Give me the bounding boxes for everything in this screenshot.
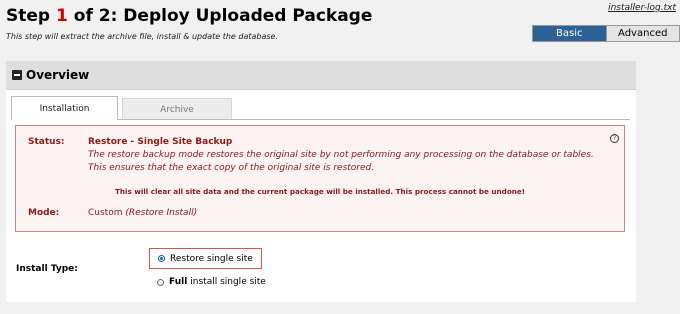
option-restore-single-site[interactable]: Restore single site <box>149 248 262 269</box>
option-full-install-single-site[interactable]: Full install single site <box>157 277 266 287</box>
title-suffix: of 2: Deploy Uploaded Package <box>67 6 373 26</box>
status-label: Status: <box>28 137 65 147</box>
overview-panel: Overview Installation Archive ? Status: … <box>6 61 636 302</box>
installer-log-link[interactable]: installer-log.txt <box>608 3 676 13</box>
collapse-icon[interactable] <box>12 70 22 80</box>
status-title: Restore - Single Site Backup <box>88 137 233 147</box>
mode-value: Custom (Restore Install) <box>88 208 197 218</box>
overview-heading: Overview <box>26 68 90 82</box>
step-number: 1 <box>56 6 68 26</box>
option-full-prefix: Full <box>169 277 188 287</box>
install-type-label: Install Type: <box>16 264 78 274</box>
page-subtitle: This step will extract the archive file,… <box>6 32 279 41</box>
mode-detail: (Restore Install) <box>125 208 198 218</box>
radio-full-install[interactable] <box>157 278 164 286</box>
tab-installation[interactable]: Installation <box>11 96 118 120</box>
title-prefix: Step <box>6 6 56 26</box>
status-description: The restore backup mode restores the ori… <box>88 150 594 173</box>
radio-restore-single-site[interactable] <box>158 255 165 262</box>
option-full-label: install single site <box>190 277 266 287</box>
status-box: ? Status: Restore - Single Site Backup T… <box>15 125 625 232</box>
tab-archive[interactable]: Archive <box>122 98 232 120</box>
page-title: Step 1 of 2: Deploy Uploaded Package <box>6 6 372 26</box>
advanced-mode-button[interactable]: Advanced <box>605 26 679 41</box>
mode-value-text: Custom <box>88 208 123 218</box>
overview-tabs: Installation Archive <box>11 96 631 120</box>
option-restore-label: Restore single site <box>170 253 253 264</box>
mode-toggle: Basic Advanced <box>532 25 680 42</box>
overview-header[interactable]: Overview <box>6 61 636 90</box>
mode-label: Mode: <box>28 208 60 218</box>
warning-message: This will clear all site data and the cu… <box>114 187 526 196</box>
help-icon[interactable]: ? <box>610 134 619 143</box>
basic-mode-button[interactable]: Basic <box>533 26 606 41</box>
